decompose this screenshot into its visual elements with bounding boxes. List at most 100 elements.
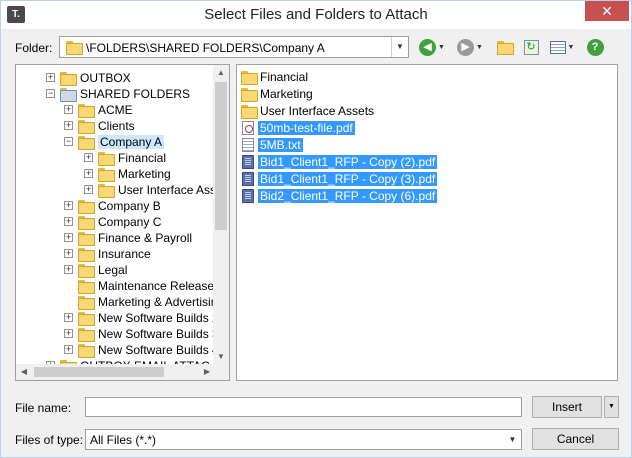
folder-icon xyxy=(241,105,258,119)
up-folder-button[interactable] xyxy=(495,37,515,57)
folder-path: \FOLDERS\SHARED FOLDERS\Company A xyxy=(86,41,325,55)
tree-item[interactable]: + New Software Builds 4 xyxy=(16,342,215,358)
tree-item[interactable]: Marketing & Advertising xyxy=(16,294,215,310)
cancel-button[interactable]: Cancel xyxy=(532,428,619,450)
folder-icon xyxy=(241,71,258,85)
folder-icon xyxy=(98,152,115,166)
tree-item[interactable]: Maintenance Releases xyxy=(16,278,215,294)
tree-item[interactable]: + Company B xyxy=(16,198,215,214)
title-bar[interactable]: T. Select Files and Folders to Attach ✕ xyxy=(1,1,631,29)
file-name: Marketing xyxy=(260,87,313,101)
tree-item[interactable]: + New Software Builds 2 xyxy=(16,310,215,326)
folder-icon xyxy=(78,216,95,230)
tree-horizontal-scrollbar[interactable]: ◀ ▶ xyxy=(16,364,215,380)
tree-item[interactable]: + Legal xyxy=(16,262,215,278)
collapse-icon[interactable]: − xyxy=(46,89,55,98)
expand-icon[interactable]: + xyxy=(64,201,73,210)
expand-icon[interactable]: + xyxy=(64,217,73,226)
expand-icon[interactable]: + xyxy=(64,345,73,354)
tree-item-label: OUTBOX xyxy=(80,71,131,85)
forward-button[interactable]: ▶ ▼ xyxy=(455,37,485,57)
file-list-item[interactable]: User Interface Assets xyxy=(240,103,610,119)
expand-icon[interactable]: + xyxy=(64,249,73,258)
file-list-item[interactable]: Marketing xyxy=(240,86,610,102)
file-list-pane: Financial Marketing User Interface Assets 5… xyxy=(236,64,618,381)
folder-icon xyxy=(78,328,95,342)
tree-vertical-scrollbar[interactable]: ▲ ▼ xyxy=(213,65,229,365)
folder-icon xyxy=(98,168,115,182)
file-list-item[interactable]: Bid1_Client1_RFP - Copy (3).pdf xyxy=(240,171,610,187)
folder-icon xyxy=(78,232,95,246)
pdf-file-icon xyxy=(242,189,254,203)
tree-item[interactable]: + Finance & Payroll xyxy=(16,230,215,246)
tree-item[interactable]: + Marketing xyxy=(16,166,215,182)
tree-item[interactable]: + Clients xyxy=(16,118,215,134)
scroll-thumb[interactable] xyxy=(215,82,227,230)
file-list-item[interactable]: Bid2_Client1_RFP - Copy (6).pdf xyxy=(240,188,610,204)
chevron-down-icon[interactable]: ▼ xyxy=(391,37,408,57)
scroll-up-icon[interactable]: ▲ xyxy=(213,65,229,81)
expand-icon[interactable]: + xyxy=(84,185,93,194)
tree-item-label: ACME xyxy=(98,103,133,117)
tree-item-label: Company C xyxy=(98,215,162,229)
help-button[interactable]: ? xyxy=(585,37,605,57)
tree-item-label: Maintenance Releases xyxy=(98,279,215,293)
view-menu-button[interactable]: ▼ xyxy=(545,37,579,57)
insert-dropdown-button[interactable]: ▼ xyxy=(604,396,619,418)
tree-item[interactable]: − SHARED FOLDERS xyxy=(16,86,215,102)
files-of-type-select[interactable]: All Files (*.*) ▼ xyxy=(85,429,522,450)
folder-icon xyxy=(78,280,95,294)
expand-icon[interactable]: + xyxy=(64,329,73,338)
chevron-down-icon: ▼ xyxy=(438,43,445,51)
scroll-thumb[interactable] xyxy=(34,367,164,377)
close-button[interactable]: ✕ xyxy=(585,1,629,21)
expand-icon[interactable]: + xyxy=(64,265,73,274)
file-list-item[interactable]: Bid1_Client1_RFP - Copy (2).pdf xyxy=(240,154,610,170)
expand-icon[interactable]: + xyxy=(84,153,93,162)
back-icon: ◀ xyxy=(419,38,437,56)
folder-icon xyxy=(78,264,95,278)
tree-item[interactable]: + OUTBOX xyxy=(16,70,215,86)
folder-icon xyxy=(78,200,95,214)
file-name: 50mb-test-file.pdf xyxy=(258,121,355,135)
file-name: Bid1_Client1_RFP - Copy (2).pdf xyxy=(258,155,438,169)
folder-tree-pane: + OUTBOX − SHARED FOLDERS + ACME + Clients − Comp… xyxy=(15,64,230,381)
file-list-item[interactable]: 50mb-test-file.pdf xyxy=(240,120,610,136)
expand-icon[interactable]: + xyxy=(64,313,73,322)
tree-item[interactable]: + User Interface Asset xyxy=(16,182,215,198)
folder-icon xyxy=(78,248,95,262)
back-button[interactable]: ◀ ▼ xyxy=(417,37,447,57)
refresh-icon: ↻ xyxy=(523,39,539,55)
forward-icon: ▶ xyxy=(457,38,475,56)
chevron-down-icon[interactable]: ▼ xyxy=(504,430,521,449)
tree-item-label: Marketing & Advertising xyxy=(98,295,215,309)
folder-combo[interactable]: \FOLDERS\SHARED FOLDERS\Company A ▼ xyxy=(59,36,409,58)
file-list-item[interactable]: Financial xyxy=(240,69,610,85)
expand-icon[interactable]: + xyxy=(64,233,73,242)
expand-icon[interactable]: + xyxy=(64,105,73,114)
folder-icon xyxy=(78,104,95,118)
collapse-icon[interactable]: − xyxy=(64,137,73,146)
file-name-input[interactable] xyxy=(85,397,522,417)
files-of-type-label: Files of type: xyxy=(15,433,84,447)
file-list-item[interactable]: 5MB.txt xyxy=(240,137,610,153)
expand-icon[interactable]: + xyxy=(64,121,73,130)
chevron-down-icon: ▼ xyxy=(608,403,615,410)
expand-icon[interactable]: + xyxy=(84,169,93,178)
folder-icon xyxy=(60,88,77,102)
tree-item[interactable]: + Financial xyxy=(16,150,215,166)
folder-icon xyxy=(78,120,95,134)
tree-item[interactable]: + New Software Builds 3 xyxy=(16,326,215,342)
insert-button[interactable]: Insert xyxy=(532,396,602,418)
tree-item-label: Financial xyxy=(118,151,167,165)
scroll-left-icon[interactable]: ◀ xyxy=(16,364,32,380)
refresh-button[interactable]: ↻ xyxy=(521,37,541,57)
folder-icon xyxy=(78,296,95,310)
tree-item[interactable]: + Insurance xyxy=(16,246,215,262)
tree-item[interactable]: − Company A xyxy=(16,134,215,150)
file-name: 5MB.txt xyxy=(258,138,303,152)
expand-icon[interactable]: + xyxy=(46,73,55,82)
tree-item[interactable]: + ACME xyxy=(16,102,215,118)
scroll-down-icon[interactable]: ▼ xyxy=(213,349,229,365)
tree-item[interactable]: + Company C xyxy=(16,214,215,230)
